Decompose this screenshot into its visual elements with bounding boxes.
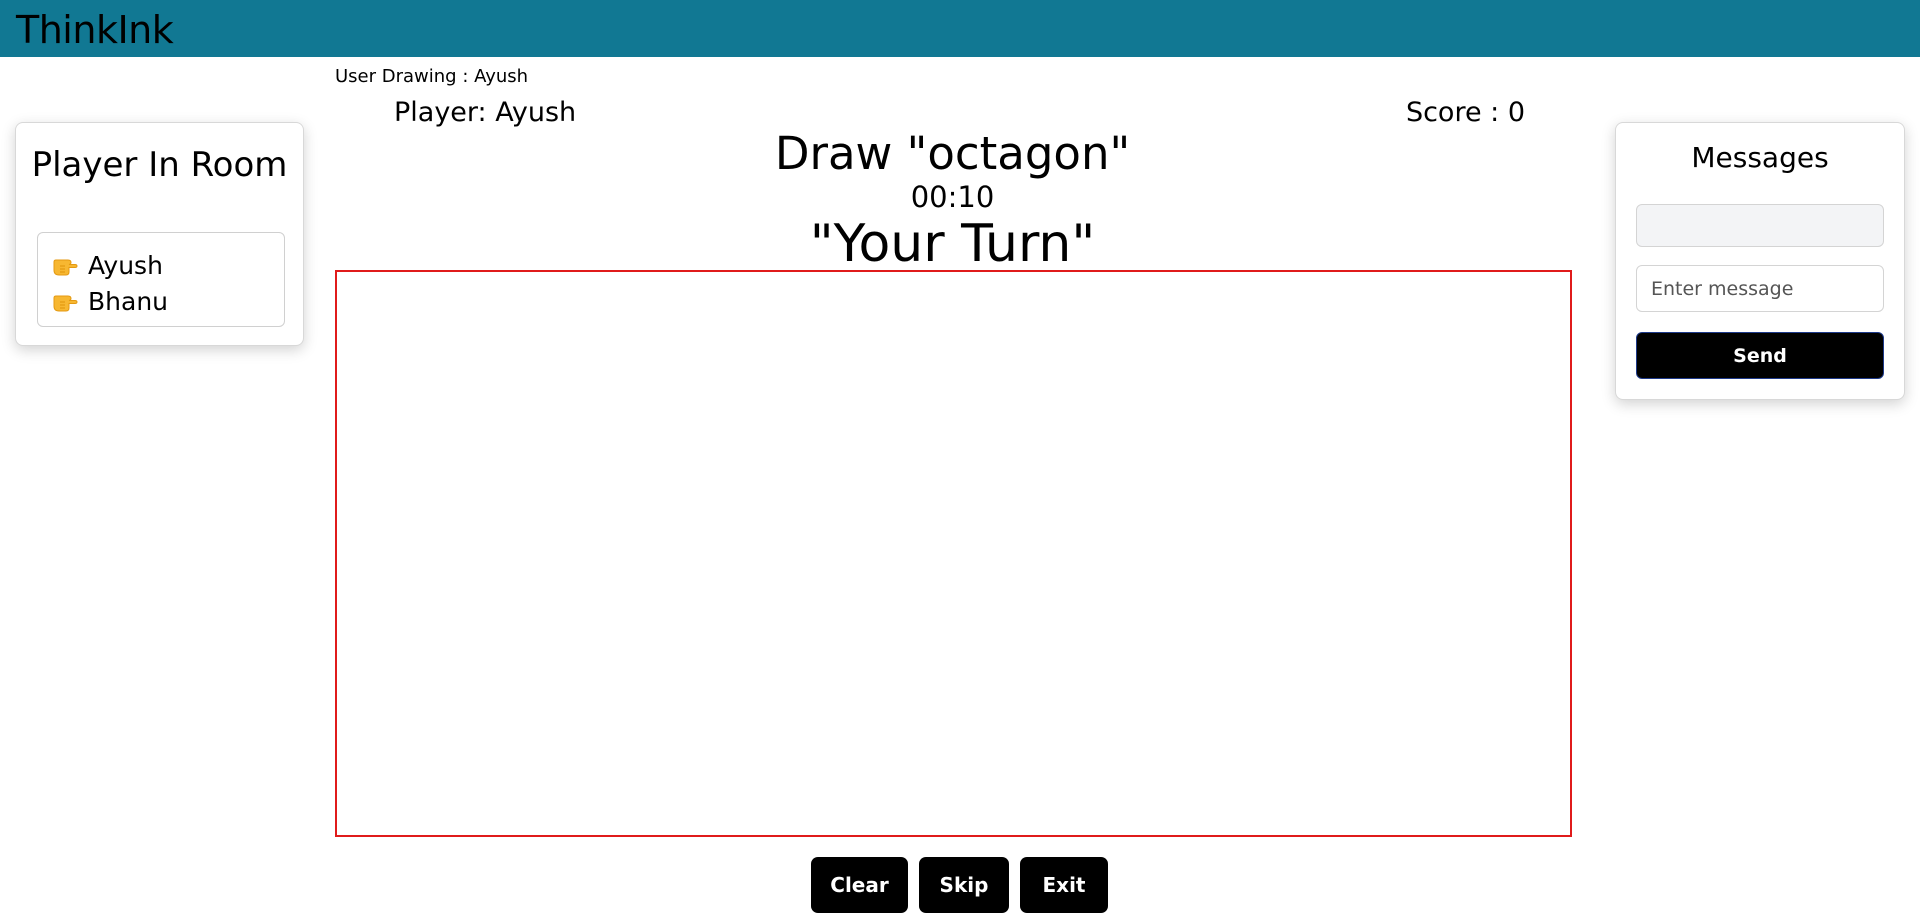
exit-button[interactable]: Exit (1020, 857, 1108, 913)
pointing-hand-icon (52, 253, 78, 277)
score-display: Score : 0 (1405, 97, 1525, 128)
top-navbar: ThinkInk (0, 0, 1920, 57)
drawing-canvas[interactable] (335, 270, 1572, 837)
player-list-name: Bhanu (88, 286, 169, 316)
skip-button[interactable]: Skip (919, 857, 1009, 913)
messages-panel-title: Messages (1691, 141, 1829, 174)
canvas-controls: Clear Skip Exit (0, 857, 1920, 913)
player-list-item: Bhanu (38, 283, 284, 319)
send-button[interactable]: Send (1636, 332, 1884, 379)
turn-status: "Your Turn" (809, 214, 1096, 274)
player-list-name: Ayush (88, 250, 163, 280)
player-list-item: Ayush (38, 247, 284, 283)
players-list: Ayush Bhanu (37, 232, 285, 327)
message-input[interactable] (1636, 265, 1884, 312)
round-timer: 00:10 (910, 180, 995, 214)
word-prompt: Draw "octagon" (774, 127, 1131, 180)
messages-panel: Messages Send (1615, 122, 1905, 400)
players-panel: Player In Room Ayush Bhanu (15, 122, 304, 346)
message-display (1636, 204, 1884, 247)
clear-button[interactable]: Clear (811, 857, 908, 913)
current-drawer-label: User Drawing : Ayush (335, 66, 529, 87)
pointing-hand-icon (52, 289, 78, 313)
players-panel-title: Player In Room (31, 145, 288, 185)
app-brand[interactable]: ThinkInk (16, 8, 174, 52)
player-name: Player: Ayush (394, 97, 577, 128)
